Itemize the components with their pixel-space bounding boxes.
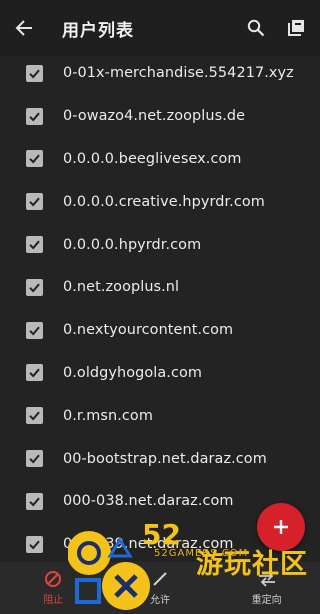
block-tab-label: 阻止 [43, 595, 64, 606]
list-item[interactable]: 0.oldgyhogola.com [0, 352, 320, 395]
list-item[interactable]: 0.r.msn.com [0, 394, 320, 437]
item-checkbox[interactable] [26, 107, 43, 125]
item-label: 000-038.net.daraz.com [63, 493, 234, 510]
list-item[interactable]: 00-bootstrap.net.daraz.com [0, 437, 320, 480]
allow-tab-label: 允许 [150, 595, 170, 606]
page-title: 用户列表 [62, 20, 134, 41]
search-button[interactable] [236, 0, 276, 56]
app-bar: 用户列表 [0, 0, 320, 56]
check-icon [29, 197, 40, 207]
item-label: 00-bootstrap.net.daraz.com [63, 450, 267, 467]
copy-button[interactable] [276, 0, 316, 56]
arrow-left-icon [15, 20, 32, 36]
check-icon [29, 283, 40, 293]
allow-icon [153, 572, 167, 586]
add-button[interactable] [257, 503, 305, 551]
redirect-tab[interactable]: 重定向 [213, 562, 320, 614]
plus-icon [274, 520, 288, 534]
item-label: 000-039.net.daraz.com [63, 536, 234, 553]
check-icon [29, 69, 40, 79]
item-label: 0.r.msn.com [63, 407, 153, 424]
back-button[interactable] [0, 0, 48, 56]
redirect-tab-label: 重定向 [251, 595, 282, 606]
item-checkbox[interactable] [26, 321, 43, 339]
check-icon [29, 540, 40, 550]
check-icon [29, 326, 40, 336]
redirect-icon [258, 571, 275, 587]
list-item[interactable]: 0-owazo4.net.zooplus.de [0, 95, 320, 138]
item-label: 0.oldgyhogola.com [63, 364, 203, 381]
allow-tab[interactable]: 允许 [107, 562, 214, 614]
item-checkbox[interactable] [26, 364, 43, 382]
list-item[interactable]: 0.0.0.0.beeglivesex.com [0, 138, 320, 181]
item-checkbox[interactable] [26, 492, 43, 510]
item-label: 0-owazo4.net.zooplus.de [63, 108, 246, 125]
item-checkbox[interactable] [26, 278, 43, 296]
check-icon [29, 240, 40, 250]
check-icon [29, 155, 40, 164]
item-checkbox[interactable] [26, 535, 43, 553]
item-checkbox[interactable] [26, 407, 43, 425]
item-checkbox[interactable] [26, 450, 43, 468]
check-icon [29, 112, 40, 122]
check-icon [29, 411, 40, 421]
item-checkbox[interactable] [26, 193, 43, 211]
block-icon [45, 571, 62, 587]
bottom-action-bar: 阻止 允许 重定向 [0, 562, 320, 614]
item-label: 0-01x-merchandise.554217.xyz [63, 65, 294, 82]
item-label: 0.0.0.0.creative.hpyrdr.com [63, 193, 265, 210]
list-item[interactable]: 0-01x-merchandise.554217.xyz [0, 52, 320, 95]
item-label: 0.0.0.0.hpyrdr.com [63, 236, 202, 253]
item-label: 0.0.0.0.beeglivesex.com [63, 150, 242, 167]
item-checkbox[interactable] [26, 236, 43, 254]
user-list: 0-01x-merchandise.554217.xyz 0-owazo4.net… [0, 52, 320, 566]
check-icon [29, 369, 40, 378]
list-item[interactable]: 0.net.zooplus.nl [0, 266, 320, 309]
check-icon [29, 497, 40, 507]
item-checkbox[interactable] [26, 150, 43, 168]
list-item[interactable]: 0.nextyourcontent.com [0, 309, 320, 352]
copy-icon [288, 20, 304, 36]
block-tab[interactable]: 阻止 [0, 562, 107, 614]
list-item[interactable]: 0.0.0.0.creative.hpyrdr.com [0, 180, 320, 223]
item-label: 0.nextyourcontent.com [63, 322, 234, 339]
list-item[interactable]: 0.0.0.0.hpyrdr.com [0, 223, 320, 266]
check-icon [29, 454, 40, 464]
search-icon [247, 19, 265, 37]
item-label: 0.net.zooplus.nl [63, 279, 180, 296]
item-checkbox[interactable] [26, 64, 43, 82]
